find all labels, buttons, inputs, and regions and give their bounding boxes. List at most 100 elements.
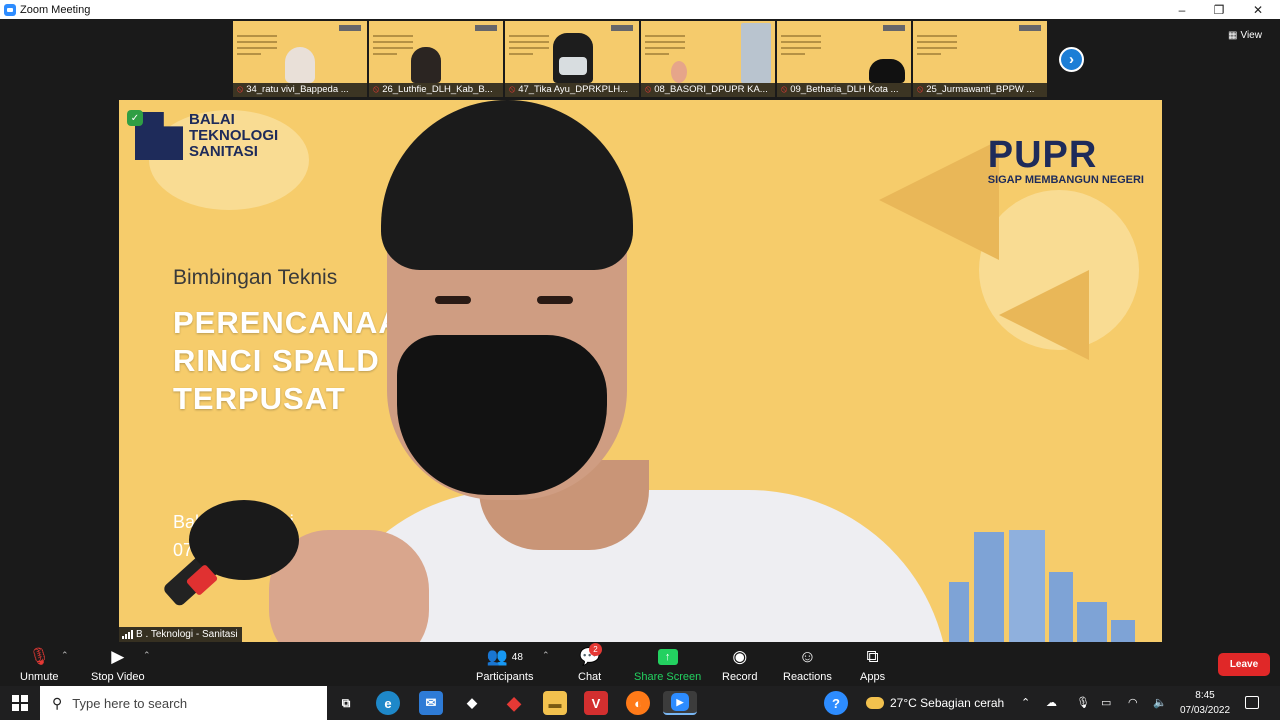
slide-footer-line: 07 xyxy=(173,540,194,560)
help-icon[interactable]: ? xyxy=(824,691,848,715)
mic-muted-icon: 🎙 xyxy=(28,647,51,666)
participant-name: 08_BASORI_DPUPR KA... xyxy=(654,84,768,95)
city-skyline xyxy=(1111,620,1135,642)
record-button[interactable]: ◉ Record xyxy=(722,646,757,683)
speaker-name-label: B . Teknologi - Sanitasi xyxy=(119,627,242,642)
view-label: View xyxy=(1240,29,1262,41)
pupr-brand: PUPR xyxy=(987,134,1098,176)
apps-icon: ⧉ xyxy=(866,647,879,666)
pupr-tagline: SIGAP MEMBANGUN NEGERI xyxy=(987,174,1144,186)
microphone-icon[interactable]: 🎙 xyxy=(1076,696,1090,709)
apps-button[interactable]: ⧉ Apps xyxy=(860,646,885,683)
mic-muted-icon: ⦸ xyxy=(373,84,380,95)
file-explorer-icon[interactable]: ▬ xyxy=(543,691,567,715)
participant-name: 25_Jurmawanti_BPPW ... xyxy=(926,84,1035,95)
participants-caret-icon[interactable]: ⌃ xyxy=(542,650,550,661)
shield-check-icon: ✓ xyxy=(127,110,143,126)
gallery-strip: ⦸ 34_ratu vivi_Bappeda ... ⦸ 26_Luthfie_DL… xyxy=(0,19,1280,100)
chevron-right-icon: › xyxy=(1069,51,1074,68)
slide-footer: Balai Teknologi 07 xyxy=(173,508,294,564)
view-button[interactable]: ▦ View xyxy=(1228,26,1262,44)
red-diamond-app-icon[interactable]: ◆ xyxy=(502,691,526,715)
reactions-button[interactable]: ☺ Reactions xyxy=(783,646,832,683)
chat-label: Chat xyxy=(578,671,602,683)
participants-count: 48 xyxy=(511,651,523,663)
mail-icon[interactable]: ✉ xyxy=(419,691,443,715)
record-icon: ◉ xyxy=(732,647,748,666)
participant-thumbnail[interactable]: ⦸ 25_Jurmawanti_BPPW ... xyxy=(913,21,1047,97)
vivaldi-icon[interactable]: V xyxy=(584,691,608,715)
face-mask xyxy=(397,335,607,495)
chat-button[interactable]: 💬 2 Chat xyxy=(578,643,603,683)
audio-options-caret-icon[interactable]: ⌃ xyxy=(61,650,69,661)
participant-thumbnail[interactable]: ⦸ 08_BASORI_DPUPR KA... xyxy=(641,21,775,97)
chat-unread-badge: 2 xyxy=(589,643,603,656)
participant-name: 26_Luthfie_DLH_Kab_B... xyxy=(382,84,493,95)
city-skyline xyxy=(949,582,969,642)
mic-muted-icon: ⦸ xyxy=(237,84,244,95)
volume-icon[interactable]: 🔈 xyxy=(1153,696,1167,709)
clock-time: 8:45 xyxy=(1195,690,1215,701)
close-button[interactable]: ✕ xyxy=(1238,0,1278,19)
active-speaker-video[interactable]: BALAI TEKNOLOGI SANITASI ✓ PUPR SIGAP ME… xyxy=(119,100,1162,642)
notification-icon[interactable] xyxy=(1245,696,1259,709)
mic-muted-icon: ⦸ xyxy=(645,84,652,95)
stop-video-label: Stop Video xyxy=(91,671,145,683)
apps-label: Apps xyxy=(860,671,886,683)
slide-decoration xyxy=(879,140,999,260)
slide-title-line: PERENCANAAN xyxy=(173,305,426,340)
windows-start-icon[interactable] xyxy=(12,695,28,711)
edge-icon[interactable]: e xyxy=(376,691,400,715)
zoom-taskbar-icon[interactable]: ▶ xyxy=(663,691,697,715)
restore-button[interactable]: ❐ xyxy=(1199,0,1239,19)
clock-date: 07/03/2022 xyxy=(1179,705,1231,716)
city-skyline xyxy=(974,532,1004,642)
slide-subtitle: Bimbingan Teknis xyxy=(173,266,338,289)
participants-icon: 👥 xyxy=(486,647,508,666)
slide-footer-line: Balai Teknologi xyxy=(173,512,294,532)
share-screen-label: Share Screen xyxy=(634,671,702,683)
participant-name: 09_Betharia_DLH Kota ... xyxy=(790,84,899,95)
display-icon[interactable]: ▭ xyxy=(1101,696,1111,709)
stop-video-button[interactable]: ▶ Stop Video xyxy=(91,646,145,683)
weather-text: 27°C Sebagian cerah xyxy=(890,696,1005,710)
wifi-icon[interactable]: ◠ xyxy=(1128,696,1138,709)
video-options-caret-icon[interactable]: ⌃ xyxy=(143,650,151,661)
minimize-button[interactable]: – xyxy=(1162,0,1202,19)
chevron-up-icon[interactable]: ⌃ xyxy=(1021,696,1030,709)
firefox-icon[interactable]: ◐ xyxy=(626,691,650,715)
participant-name: 47_Tika Ayu_DPRKPLH... xyxy=(518,84,629,95)
grid-icon: ▦ xyxy=(1228,29,1238,41)
leave-button[interactable]: Leave xyxy=(1218,653,1270,676)
onedrive-icon[interactable]: ☁ xyxy=(1046,696,1057,709)
balai-teknologi-logo: BALAI TEKNOLOGI SANITASI xyxy=(135,112,278,160)
weather-widget[interactable]: 27°C Sebagian cerah xyxy=(866,686,1004,720)
participants-label: Participants xyxy=(476,671,534,683)
participant-thumbnail[interactable]: ⦸ 09_Betharia_DLH Kota ... xyxy=(777,21,911,97)
next-page-button[interactable]: › xyxy=(1059,47,1084,72)
participant-name: 34_ratu vivi_Bappeda ... xyxy=(246,84,349,95)
mic-muted-icon: ⦸ xyxy=(509,84,516,95)
dropbox-icon[interactable]: ◆ xyxy=(460,691,484,715)
share-screen-button[interactable]: ↑ Share Screen xyxy=(634,646,701,683)
participant-thumbnail[interactable]: ⦸ 34_ratu vivi_Bappeda ... xyxy=(233,21,367,97)
record-label: Record xyxy=(722,671,758,683)
search-icon: ⚲ xyxy=(52,694,63,711)
unmute-button[interactable]: 🎙 Unmute xyxy=(20,646,59,683)
meeting-toolbar: 🎙 Unmute ⌃ ▶ Stop Video ⌃ 👥 48 Participa… xyxy=(0,642,1280,686)
task-view-icon[interactable]: ⧉ xyxy=(334,691,358,715)
taskbar-clock[interactable]: 8:45 07/03/2022 xyxy=(1176,688,1234,718)
slide-title: PERENCANAAN RINCI SPALD TERPUSAT xyxy=(173,304,425,418)
participant-thumbnail[interactable]: ⦸ 47_Tika Ayu_DPRKPLH... xyxy=(505,21,639,97)
windows-taskbar: ⚲ Type here to search ⧉ e ✉ ◆ ◆ ▬ V ◐ ▶ … xyxy=(0,686,1280,720)
zoom-camera-icon: ▶ xyxy=(671,693,689,711)
participants-button[interactable]: 👥 48 Participants xyxy=(476,646,533,683)
share-screen-icon: ↑ xyxy=(657,649,678,665)
slide-title-line: TERPUSAT xyxy=(173,381,346,416)
city-skyline xyxy=(1009,530,1045,642)
search-placeholder: Type here to search xyxy=(72,695,188,711)
pupr-logo: PUPR SIGAP MEMBANGUN NEGERI xyxy=(988,136,1144,186)
participant-thumbnail[interactable]: ⦸ 26_Luthfie_DLH_Kab_B... xyxy=(369,21,503,97)
speaker-name: B . Teknologi - Sanitasi xyxy=(136,629,238,640)
taskbar-search-box[interactable]: ⚲ Type here to search xyxy=(40,686,327,720)
